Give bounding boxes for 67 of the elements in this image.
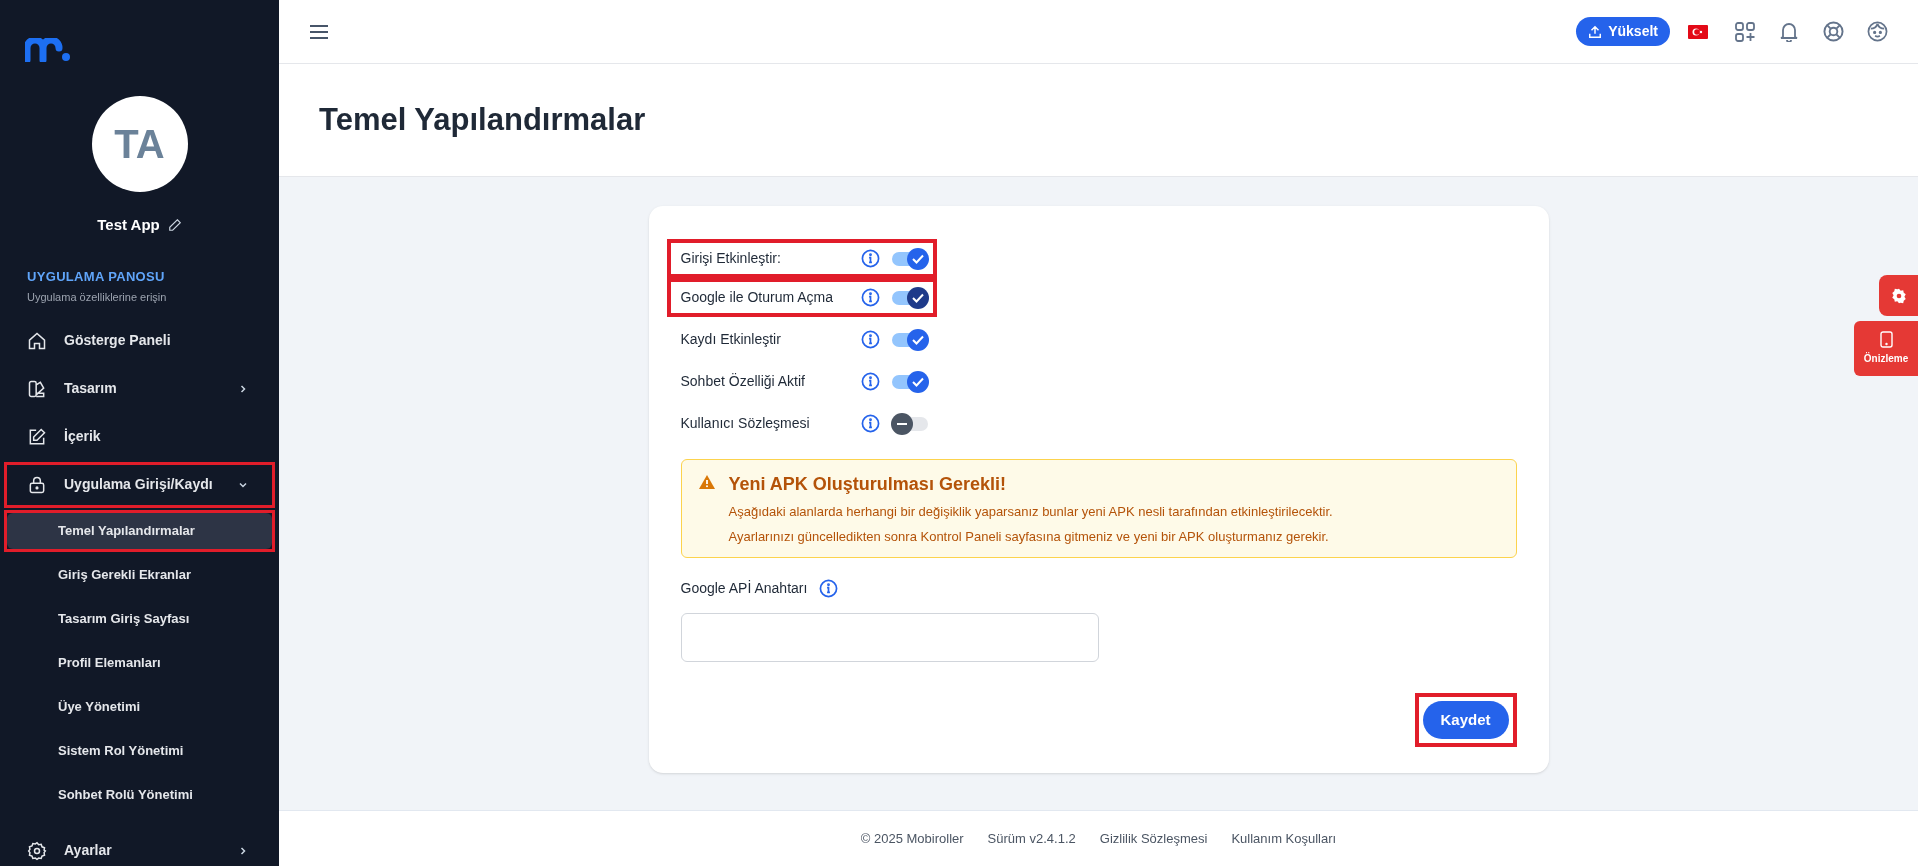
settings-side-button[interactable] (1879, 275, 1918, 316)
alert-text: Ayarlarınızı güncelledikten sonra Kontrol Paneli sayfasına gitmeniz ve yeni bir APK oluşturmanız gerekir. (728, 527, 1330, 546)
gear-icon (1890, 287, 1907, 304)
section-subtitle: Uygulama özelliklerine erişin (26, 290, 168, 305)
toggle-switch[interactable] (890, 247, 929, 270)
setting-label: Kaydı Etkinleştir (680, 330, 782, 349)
lock-icon (27, 474, 47, 495)
toggle-switch[interactable] (890, 286, 929, 309)
setting-label: Google ile Oturum Açma (680, 288, 834, 307)
field-label: Google APİ Anahtarı (680, 579, 808, 598)
nav-subitem[interactable]: Profil Elemanları (7, 644, 272, 681)
menu-icon[interactable] (309, 23, 329, 40)
tablet-icon (1879, 331, 1893, 348)
info-icon[interactable] (860, 330, 880, 349)
flag-icon[interactable] (1688, 24, 1708, 39)
settings-icon (27, 840, 47, 861)
minus-icon (896, 422, 907, 425)
nav-subitem[interactable]: Sohbet Rolü Yönetimi (7, 776, 272, 813)
nav-subitem[interactable]: Temel Yapılandırmalar (7, 512, 272, 549)
nav-item[interactable]: Tasarım (64, 378, 221, 399)
check-icon (911, 292, 924, 303)
setting-label: Girişi Etkinleştir: (680, 249, 782, 268)
info-icon[interactable] (860, 372, 880, 391)
pencil-icon[interactable] (167, 218, 182, 233)
alert-title: Yeni APK Oluşturulması Gerekli! (728, 473, 1007, 496)
footer-link[interactable]: Sürüm v2.4.1.2 (987, 828, 1076, 849)
app-avatar: TA (91, 96, 188, 192)
edit-icon (27, 426, 47, 447)
check-icon (911, 334, 924, 345)
toggle-switch[interactable] (890, 370, 929, 393)
preview-side-button[interactable]: Önizleme (1854, 321, 1918, 376)
setting-label: Sohbet Özelliği Aktif (680, 372, 806, 391)
toggle-switch[interactable] (890, 412, 929, 435)
footer-link[interactable]: Gizlilik Sözleşmesi (1099, 828, 1208, 849)
user-face-icon[interactable] (1867, 21, 1888, 42)
palette-icon (27, 378, 47, 399)
upload-icon (1588, 24, 1603, 39)
nav-item[interactable]: Gösterge Paneli (64, 330, 248, 351)
footer-link[interactable]: Kullanım Koşulları (1231, 828, 1337, 849)
home-icon (27, 330, 47, 351)
nav-subitem[interactable]: Giriş Gerekli Ekranlar (7, 556, 272, 593)
info-icon[interactable] (860, 288, 880, 307)
bell-icon[interactable] (1780, 21, 1798, 42)
app-name: Test App (97, 215, 160, 235)
logo-icon (25, 38, 71, 62)
section-title: UYGULAMA PANOSU (26, 267, 166, 286)
nav-subitem[interactable]: Tasarım Giriş Sayfası (7, 600, 272, 637)
help-icon[interactable] (1823, 21, 1844, 42)
nav-item[interactable]: Ayarlar (64, 840, 221, 861)
copyright-text: © 2025 Mobiroller (860, 829, 964, 848)
save-button[interactable]: Kaydet (1422, 701, 1509, 739)
nav-subitem[interactable]: Üye Yönetimi (7, 688, 272, 725)
info-icon[interactable] (819, 579, 839, 598)
info-icon[interactable] (860, 249, 880, 268)
info-icon[interactable] (860, 414, 880, 433)
setting-label: Kullanıcı Sözleşmesi (680, 414, 811, 433)
nav-subitem[interactable]: Sistem Rol Yönetimi (7, 732, 272, 769)
upgrade-button[interactable]: Yükselt (1576, 17, 1670, 46)
page-title: Temel Yapılandırmalar (319, 100, 646, 139)
add-widget-icon[interactable] (1735, 21, 1755, 42)
check-icon (911, 253, 924, 264)
nav-item[interactable]: İçerik (64, 426, 248, 447)
alert-text: Aşağıdaki alanlarda herhangi bir değişiklik yaparsanız bunlar yeni APK nesli tarafından etkinleştirilecektir. (728, 503, 1333, 521)
api-key-field[interactable] (680, 613, 1099, 662)
warning-icon (698, 475, 715, 489)
check-icon (911, 376, 924, 387)
toggle-switch[interactable] (890, 328, 929, 351)
